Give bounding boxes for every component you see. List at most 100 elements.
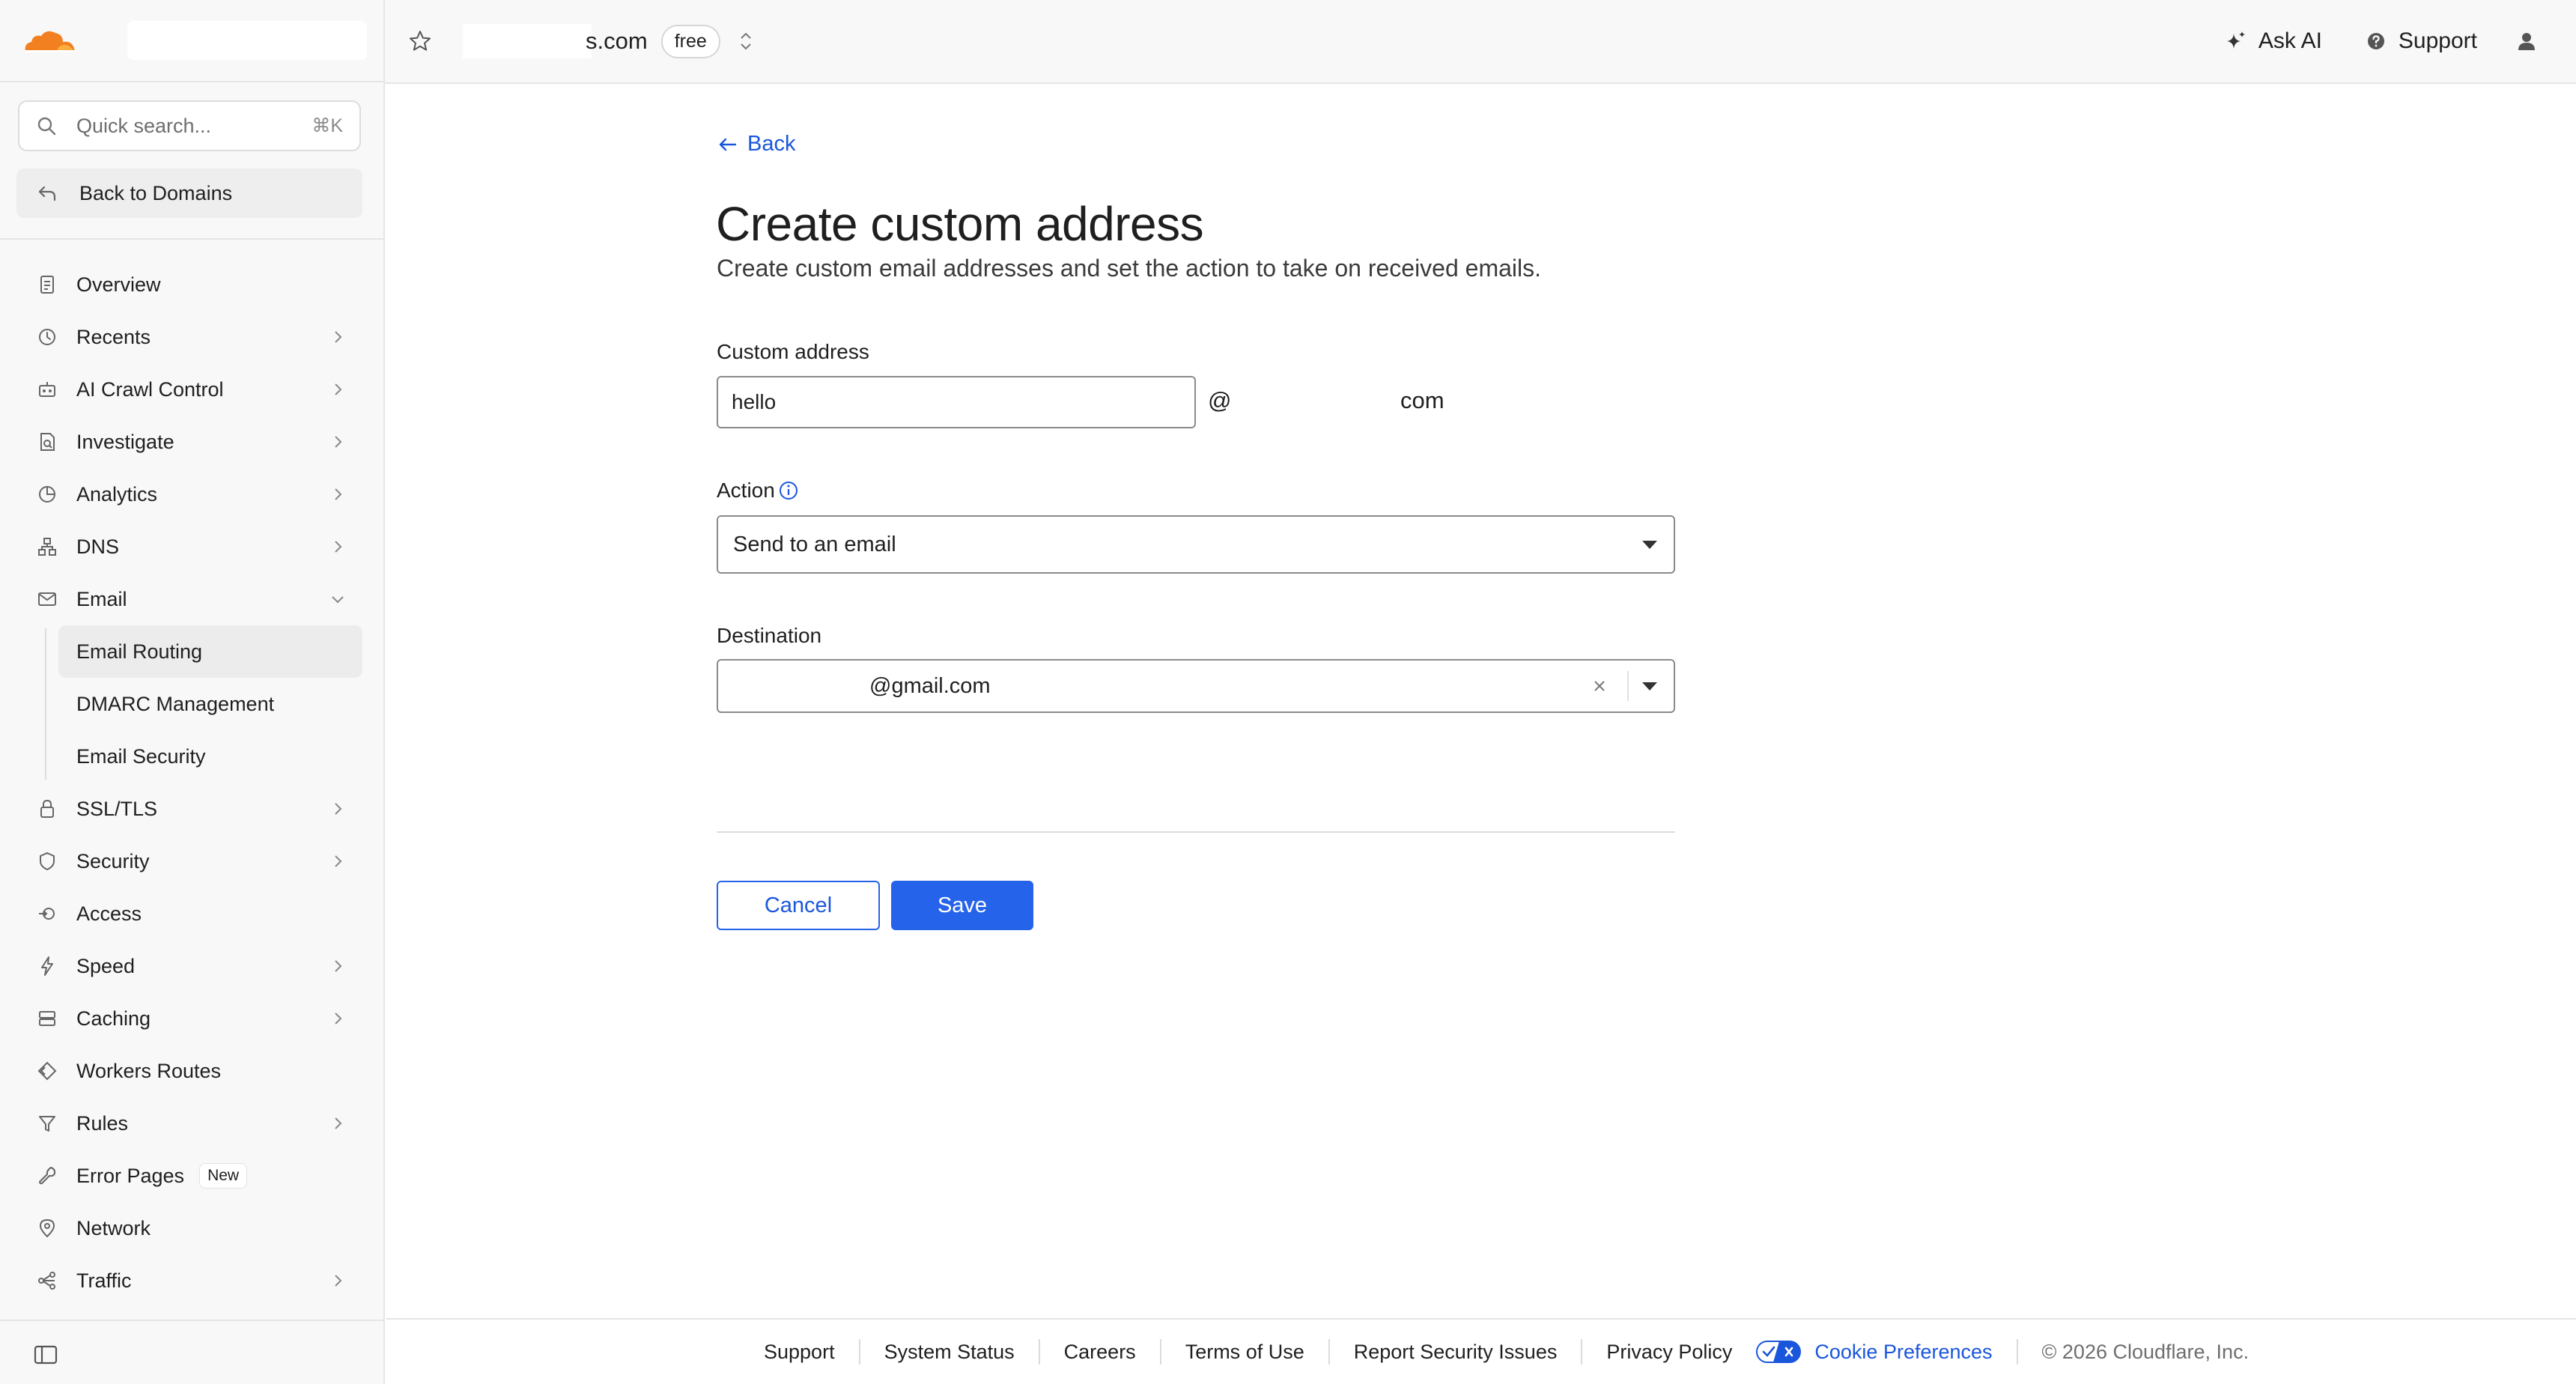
zone-name-redacted [463, 24, 592, 58]
privacy-toggle-icon [1756, 1341, 1802, 1363]
domain-redacted [1239, 383, 1370, 421]
sidebar-item-label: Caching [76, 1007, 151, 1030]
sidebar-item-access[interactable]: Access [0, 887, 385, 940]
footer-link-privacy[interactable]: Privacy Policy [1582, 1339, 1756, 1365]
robot-icon [39, 382, 55, 397]
footer-link-support[interactable]: Support [764, 1339, 860, 1365]
footer-link-report-security[interactable]: Report Security Issues [1330, 1339, 1583, 1365]
back-to-domains-label: Back to Domains [79, 181, 233, 204]
topbar-actions: Ask AI Support [2182, 28, 2576, 54]
ask-ai-button[interactable]: Ask AI [2224, 28, 2322, 54]
destination-value: @gmail.com [869, 673, 991, 698]
search-placeholder: Quick search... [76, 114, 212, 137]
sidebar-item-security[interactable]: Security [0, 835, 385, 887]
sidebar-item-error-pages[interactable]: Error Pages New [0, 1150, 385, 1202]
plan-badge: free [660, 24, 720, 58]
sidebar-item-label: Speed [76, 954, 136, 977]
access-icon [39, 908, 55, 920]
server-icon [39, 1011, 55, 1026]
save-button[interactable]: Save [891, 881, 1033, 930]
share-icon [38, 1272, 55, 1290]
chevron-right-icon [335, 331, 342, 343]
cookie-preferences-link[interactable]: Cookie Preferences [1756, 1339, 2018, 1365]
file-search-icon [40, 433, 55, 451]
chevron-right-icon [335, 436, 342, 448]
sidebar-item-label: Security [76, 849, 150, 872]
page-title: Create custom address [716, 197, 1204, 251]
arrow-left-icon [719, 138, 737, 151]
destination-redacted [720, 669, 869, 703]
back-to-domains-button[interactable]: Back to Domains [16, 169, 362, 218]
sidebar-item-label: Access [76, 902, 142, 925]
domain-suffix: com [1400, 387, 1445, 413]
custom-address-input[interactable] [717, 376, 1196, 428]
form-divider [717, 831, 1675, 833]
sidebar-item-network[interactable]: Network [0, 1202, 385, 1254]
star-icon[interactable] [407, 28, 433, 54]
sidebar-item-label: SSL/TLS [76, 797, 158, 820]
user-icon[interactable] [2515, 29, 2539, 53]
cloudflare-logo-icon[interactable] [21, 25, 78, 55]
close-icon[interactable] [1591, 678, 1608, 694]
quick-search[interactable]: Quick search... ⌘K [18, 100, 361, 151]
chevron-right-icon [335, 1013, 342, 1025]
sidebar-item-label: Analytics [76, 482, 158, 506]
top-bar: s.com free Ask AI Support [385, 0, 2576, 84]
funnel-icon [39, 1116, 55, 1132]
sidebar-item-investigate[interactable]: Investigate [0, 416, 385, 468]
sidebar-item-label: Workers Routes [76, 1059, 222, 1082]
sidebar-item-rules[interactable]: Rules [0, 1097, 385, 1150]
sidebar-item-email[interactable]: Email [0, 573, 385, 625]
sidebar-item-ssl-tls[interactable]: SSL/TLS [0, 783, 385, 835]
footer-link-system-status[interactable]: System Status [860, 1339, 1040, 1365]
email-subnav: Email Routing DMARC Management Email Sec… [0, 625, 385, 783]
sidebar-item-workers-routes[interactable]: Workers Routes [0, 1045, 385, 1097]
sidebar-item-dns[interactable]: DNS [0, 520, 385, 573]
sidebar-item-overview[interactable]: Overview [0, 258, 385, 311]
document-icon [40, 276, 54, 294]
pin-icon [39, 1218, 55, 1238]
copyright: © 2026 Cloudflare, Inc. [2041, 1340, 2250, 1363]
sidebar-item-label: DNS [76, 535, 120, 558]
sidebar-item-label: Overview [76, 273, 161, 296]
sidebar-item-email-routing[interactable]: Email Routing [58, 625, 362, 678]
custom-address-label: Custom address [717, 340, 869, 363]
chevron-right-icon [335, 803, 342, 815]
sidebar-collapse-icon[interactable] [33, 1344, 58, 1366]
caret-down-icon [1642, 541, 1657, 549]
sidebar-item-caching[interactable]: Caching [0, 992, 385, 1045]
sidebar-item-speed[interactable]: Speed [0, 940, 385, 992]
sidebar-footer-divider [0, 1320, 385, 1321]
caret-down-icon[interactable] [1641, 680, 1659, 692]
sidebar: Quick search... ⌘K Back to Domains Overv… [0, 0, 385, 1384]
sidebar-item-ai-crawl-control[interactable]: AI Crawl Control [0, 363, 385, 416]
back-link[interactable]: Back [716, 132, 795, 157]
sparkle-icon [2226, 31, 2245, 49]
lock-icon [40, 799, 54, 818]
sidebar-item-label: Network [76, 1216, 151, 1239]
sidebar-item-recents[interactable]: Recents [0, 311, 385, 363]
sidebar-item-dmarc-management[interactable]: DMARC Management [58, 678, 362, 730]
chevron-up-down-icon[interactable] [737, 28, 755, 54]
action-label-row: Action [717, 479, 799, 503]
footer-link-careers[interactable]: Careers [1040, 1339, 1161, 1365]
sidebar-item-traffic[interactable]: Traffic [0, 1254, 385, 1307]
chevron-right-icon [335, 960, 342, 972]
cancel-button[interactable]: Cancel [717, 881, 880, 930]
sidebar-item-label: Rules [76, 1111, 129, 1135]
info-icon[interactable] [778, 480, 799, 501]
sidebar-item-label: Error Pages [76, 1164, 185, 1187]
destination-select[interactable]: @gmail.com [717, 659, 1675, 713]
action-select[interactable]: Send to an email [717, 515, 1675, 574]
sidebar-item-analytics[interactable]: Analytics [0, 468, 385, 520]
zone-name[interactable]: s.com [586, 28, 648, 55]
select-separator [1627, 671, 1629, 701]
at-sign: @ [1208, 387, 1232, 413]
support-button[interactable]: Support [2364, 28, 2477, 54]
footer-link-terms[interactable]: Terms of Use [1161, 1339, 1330, 1365]
account-selector[interactable] [127, 21, 367, 60]
search-icon [37, 117, 56, 136]
support-label: Support [2398, 28, 2477, 53]
main-content: Back Create custom address Create custom… [386, 84, 2576, 1318]
sidebar-item-email-security[interactable]: Email Security [58, 730, 362, 783]
